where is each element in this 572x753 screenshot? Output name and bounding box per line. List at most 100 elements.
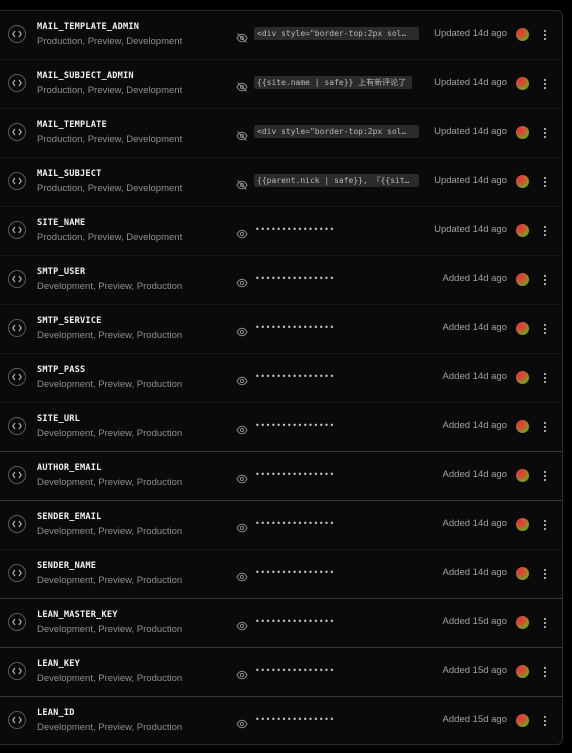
env-var-row[interactable]: SITE_NAME Production, Preview, Developme… (0, 207, 562, 256)
eye-off-icon[interactable] (236, 78, 248, 92)
env-var-name: SENDER_NAME (37, 561, 97, 571)
user-avatar (516, 175, 529, 188)
more-vertical-icon[interactable] (539, 469, 551, 483)
more-vertical-icon[interactable] (539, 714, 551, 728)
env-var-status: Added 15d ago (442, 714, 507, 725)
eye-icon[interactable] (236, 274, 248, 288)
env-var-targets: Production, Preview, Development (37, 232, 183, 243)
env-var-name: MAIL_SUBJECT_ADMIN (37, 71, 134, 81)
env-var-status: Updated 14d ago (434, 175, 507, 186)
code-icon (8, 74, 26, 92)
env-var-name: SITE_URL (37, 414, 80, 424)
more-vertical-icon[interactable] (539, 224, 551, 238)
env-var-targets: Development, Preview, Production (37, 330, 183, 341)
masked-value: ••••••••••••••• (255, 323, 335, 332)
more-vertical-icon[interactable] (539, 77, 551, 91)
env-var-row[interactable]: AUTHOR_EMAIL Development, Preview, Produ… (0, 452, 562, 501)
env-var-status: Added 15d ago (442, 616, 507, 627)
eye-off-icon[interactable] (236, 176, 248, 190)
code-icon (8, 515, 26, 533)
more-vertical-icon[interactable] (539, 518, 551, 532)
more-vertical-icon[interactable] (539, 616, 551, 630)
user-avatar (516, 224, 529, 237)
env-var-status: Added 14d ago (442, 371, 507, 382)
masked-value: ••••••••••••••• (255, 470, 335, 479)
more-vertical-icon[interactable] (539, 420, 551, 434)
more-vertical-icon[interactable] (539, 567, 551, 581)
eye-icon[interactable] (236, 323, 248, 337)
user-avatar (516, 616, 529, 629)
env-var-row[interactable]: SMTP_PASS Development, Preview, Producti… (0, 354, 562, 403)
env-var-row[interactable]: SENDER_EMAIL Development, Preview, Produ… (0, 501, 562, 550)
code-icon (8, 221, 26, 239)
more-vertical-icon[interactable] (539, 322, 551, 336)
eye-icon[interactable] (236, 666, 248, 680)
env-var-targets: Production, Preview, Development (37, 134, 183, 145)
env-var-row[interactable]: SMTP_SERVICE Development, Preview, Produ… (0, 305, 562, 354)
value-preview: {{parent.nick | safe}}, 『{{sit… (254, 174, 419, 187)
env-var-status: Added 14d ago (442, 273, 507, 284)
env-var-name: SMTP_USER (37, 267, 86, 277)
env-var-row[interactable]: SITE_URL Development, Preview, Productio… (0, 403, 562, 452)
env-var-targets: Development, Preview, Production (37, 575, 183, 586)
masked-value: ••••••••••••••• (255, 666, 335, 675)
eye-icon[interactable] (236, 470, 248, 484)
env-var-row[interactable]: MAIL_SUBJECT_ADMIN Production, Preview, … (0, 60, 562, 109)
user-avatar (516, 665, 529, 678)
env-var-targets: Development, Preview, Production (37, 428, 183, 439)
more-vertical-icon[interactable] (539, 175, 551, 189)
env-var-name: MAIL_TEMPLATE (37, 120, 107, 130)
env-var-row[interactable]: LEAN_ID Development, Preview, Production… (0, 697, 562, 746)
env-var-targets: Development, Preview, Production (37, 673, 183, 684)
more-vertical-icon[interactable] (539, 28, 551, 42)
eye-icon[interactable] (236, 519, 248, 533)
eye-icon[interactable] (236, 225, 248, 239)
env-var-name: MAIL_SUBJECT (37, 169, 102, 179)
eye-icon[interactable] (236, 617, 248, 631)
env-var-row[interactable]: MAIL_TEMPLATE Production, Preview, Devel… (0, 109, 562, 158)
user-avatar (516, 469, 529, 482)
code-icon (8, 613, 26, 631)
more-vertical-icon[interactable] (539, 371, 551, 385)
env-var-status: Added 15d ago (442, 665, 507, 676)
user-avatar (516, 371, 529, 384)
eye-icon[interactable] (236, 715, 248, 729)
more-vertical-icon[interactable] (539, 273, 551, 287)
masked-value: ••••••••••••••• (255, 225, 335, 234)
env-var-name: LEAN_MASTER_KEY (37, 610, 118, 620)
user-avatar (516, 714, 529, 727)
eye-icon[interactable] (236, 372, 248, 386)
env-var-name: SITE_NAME (37, 218, 86, 228)
env-var-status: Updated 14d ago (434, 126, 507, 137)
env-var-status: Added 14d ago (442, 518, 507, 529)
env-var-row[interactable]: SENDER_NAME Development, Preview, Produc… (0, 550, 562, 599)
user-avatar (516, 420, 529, 433)
eye-icon[interactable] (236, 568, 248, 582)
more-vertical-icon[interactable] (539, 665, 551, 679)
masked-value: ••••••••••••••• (255, 372, 335, 381)
env-var-targets: Development, Preview, Production (37, 526, 183, 537)
more-vertical-icon[interactable] (539, 126, 551, 140)
env-var-row[interactable]: MAIL_TEMPLATE_ADMIN Production, Preview,… (0, 11, 562, 60)
env-var-targets: Development, Preview, Production (37, 722, 183, 733)
user-avatar (516, 567, 529, 580)
env-var-row[interactable]: MAIL_SUBJECT Production, Preview, Develo… (0, 158, 562, 207)
masked-value: ••••••••••••••• (255, 617, 335, 626)
code-icon (8, 466, 26, 484)
eye-icon[interactable] (236, 421, 248, 435)
env-var-targets: Development, Preview, Production (37, 379, 183, 390)
code-icon (8, 172, 26, 190)
eye-off-icon[interactable] (236, 29, 248, 43)
code-icon (8, 270, 26, 288)
env-var-row[interactable]: LEAN_KEY Development, Preview, Productio… (0, 648, 562, 697)
env-var-row[interactable]: LEAN_MASTER_KEY Development, Preview, Pr… (0, 599, 562, 648)
user-avatar (516, 518, 529, 531)
eye-off-icon[interactable] (236, 127, 248, 141)
env-var-targets: Development, Preview, Production (37, 281, 183, 292)
env-var-row[interactable]: SMTP_USER Development, Preview, Producti… (0, 256, 562, 305)
env-var-targets: Production, Preview, Development (37, 183, 183, 194)
value-preview: <div style="border-top:2px sol… (254, 27, 419, 40)
code-icon (8, 662, 26, 680)
user-avatar (516, 126, 529, 139)
user-avatar (516, 77, 529, 90)
